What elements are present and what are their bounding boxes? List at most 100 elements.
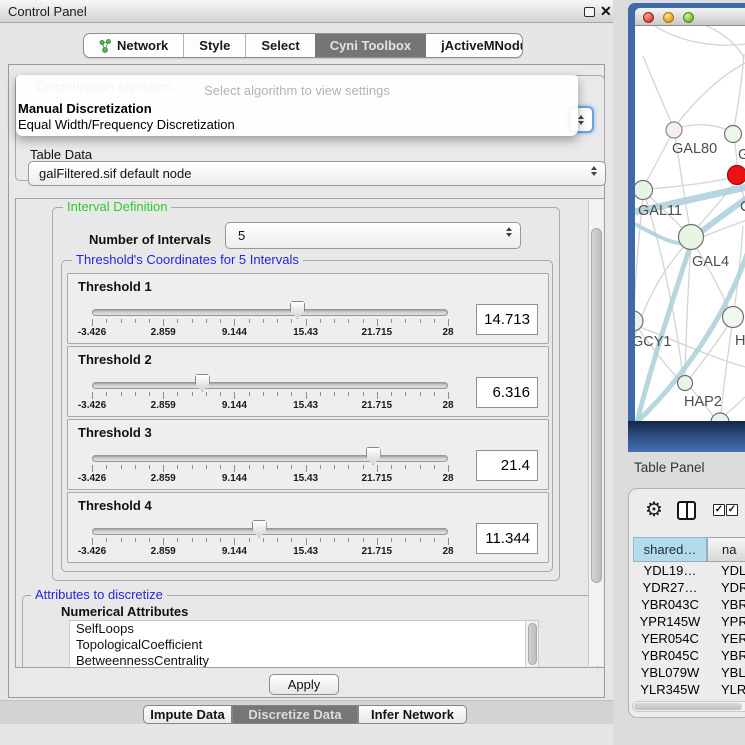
tick-label: 2.859 bbox=[151, 327, 176, 338]
slider-thumb[interactable] bbox=[366, 447, 381, 465]
slider-thumb[interactable] bbox=[290, 301, 305, 319]
bottom-tab-discretize-data[interactable]: Discretize Data bbox=[232, 705, 358, 724]
slider-track[interactable] bbox=[92, 455, 448, 462]
number-of-intervals-spinner[interactable]: 5 bbox=[225, 222, 521, 249]
cell-name: YBL0 bbox=[721, 665, 745, 680]
cell-shared-name: YBR045C bbox=[633, 648, 707, 663]
thresholds-group: Threshold's Coordinates for 5 Intervals … bbox=[61, 260, 553, 572]
slider-track[interactable] bbox=[92, 309, 448, 316]
tick-label: 21.715 bbox=[362, 546, 393, 557]
table-data-combobox[interactable]: galFiltered.sif default node bbox=[28, 161, 606, 186]
table-row[interactable]: YPR145WYPR1 bbox=[629, 614, 745, 631]
minimize-traffic-light-icon[interactable] bbox=[663, 12, 674, 23]
slider-thumb[interactable] bbox=[252, 520, 267, 538]
horizontal-scrollbar-thumb[interactable] bbox=[634, 703, 742, 710]
threshold-value-field[interactable]: 21.4 bbox=[476, 450, 538, 481]
threshold-panel-threshold-1: Threshold 1-3.4262.8599.14415.4321.71528… bbox=[67, 273, 549, 344]
algorithm-option-manual-discretization[interactable]: Manual Discretization bbox=[18, 101, 152, 116]
interval-definition-title: Interval Definition bbox=[63, 200, 171, 214]
table-row[interactable]: YDL19…YDL1 bbox=[629, 563, 745, 580]
table-row[interactable]: YDR27…YDR2 bbox=[629, 580, 745, 597]
tick-label: 9.144 bbox=[222, 400, 247, 411]
table-row[interactable]: YLR345WYLR3 bbox=[629, 682, 745, 699]
tick-label: 2.859 bbox=[151, 473, 176, 484]
tick-label: 28 bbox=[442, 546, 453, 557]
tick-label: 28 bbox=[442, 327, 453, 338]
tab-jactivemnodules[interactable]: jActiveMNodules bbox=[426, 34, 523, 57]
slider-thumb[interactable] bbox=[195, 374, 210, 392]
threshold-value-field[interactable]: 6.316 bbox=[476, 377, 538, 408]
svg-text:H: H bbox=[735, 333, 745, 349]
vertical-scrollbar-thumb[interactable] bbox=[591, 228, 602, 583]
threshold-value-field[interactable]: 14.713 bbox=[476, 304, 538, 335]
tick-label: 28 bbox=[442, 473, 453, 484]
desktop: { "window": { "title": "Control Panel" }… bbox=[0, 0, 745, 745]
zoom-traffic-light-icon[interactable] bbox=[683, 12, 694, 23]
list-scrollbar[interactable] bbox=[525, 621, 538, 668]
tab-label: Network bbox=[117, 38, 168, 53]
tick-label: -3.426 bbox=[78, 400, 106, 411]
checkbox-icon-1[interactable]: ✓ bbox=[713, 504, 725, 516]
column-header-name[interactable]: na bbox=[707, 537, 745, 562]
close-icon[interactable]: ✕ bbox=[600, 3, 612, 20]
numerical-attributes-list[interactable]: SelfLoopsTopologicalCoefficientBetweenne… bbox=[69, 620, 539, 668]
float-window-icon[interactable] bbox=[584, 7, 595, 17]
cell-name: YBR0 bbox=[721, 648, 745, 663]
slider-track[interactable] bbox=[92, 382, 448, 389]
list-item-topologicalcoefficient[interactable]: TopologicalCoefficient bbox=[70, 637, 538, 653]
network-view-window: GAL80GAGAL11CGAL4GCY1HHAP2 bbox=[628, 3, 745, 452]
gear-icon[interactable]: ⚙ bbox=[645, 497, 663, 522]
column-header-shared[interactable]: shared… bbox=[633, 537, 707, 562]
table-row[interactable]: YBL079W YBL0 bbox=[629, 665, 745, 682]
table-data-label: Table Data bbox=[30, 147, 92, 162]
table-row[interactable]: YBR043CYBR0 bbox=[629, 597, 745, 614]
threshold-value-field[interactable]: 11.344 bbox=[476, 523, 538, 554]
svg-text:GCY1: GCY1 bbox=[635, 334, 672, 350]
tick-label: 2.859 bbox=[151, 546, 176, 557]
tick-label: 21.715 bbox=[362, 400, 393, 411]
algorithm-option-equal-width-frequency-discretization[interactable]: Equal Width/Frequency Discretization bbox=[18, 117, 235, 132]
attributes-group-title: Attributes to discretize bbox=[31, 588, 167, 602]
list-item-selfloops[interactable]: SelfLoops bbox=[70, 621, 538, 637]
thresholds-group-title: Threshold's Coordinates for 5 Intervals bbox=[72, 253, 303, 267]
close-traffic-light-icon[interactable] bbox=[643, 12, 654, 23]
table-panel-title: Table Panel bbox=[634, 460, 705, 475]
network-canvas[interactable]: GAL80GAGAL11CGAL4GCY1HHAP2 bbox=[635, 26, 745, 421]
control-panel-titlebar: Control Panel ✕ bbox=[0, 0, 613, 23]
apply-button[interactable]: Apply bbox=[269, 674, 339, 695]
tick-label: 15.43 bbox=[293, 400, 318, 411]
slider-track[interactable] bbox=[92, 528, 448, 535]
threshold-label: Threshold 4 bbox=[78, 498, 152, 513]
tab-cyni-toolbox[interactable]: Cyni Toolbox bbox=[315, 34, 426, 57]
number-of-intervals-value: 5 bbox=[238, 223, 245, 248]
column-layout-icon[interactable] bbox=[677, 501, 696, 520]
cell-name: YDL1 bbox=[721, 563, 745, 578]
horizontal-scrollbar[interactable] bbox=[632, 701, 745, 712]
tick-label: 28 bbox=[442, 400, 453, 411]
tab-style[interactable]: Style bbox=[183, 34, 245, 57]
bottom-tab-infer-network[interactable]: Infer Network bbox=[358, 705, 467, 724]
cyni-toolbox-panel: Discretization Algorithm Table Data galF… bbox=[8, 64, 605, 698]
table-row[interactable]: YBR045C YBR0 bbox=[629, 648, 745, 665]
list-item-betweennesscentrality[interactable]: BetweennessCentrality bbox=[70, 653, 538, 668]
tab-select[interactable]: Select bbox=[245, 34, 314, 57]
settings-scroll-pane: Interval Definition Number of Intervals … bbox=[15, 198, 605, 668]
cell-shared-name: YBL079W bbox=[633, 665, 707, 680]
svg-text:HAP2: HAP2 bbox=[684, 394, 722, 410]
tick-label: 15.43 bbox=[293, 327, 318, 338]
bottom-tab-impute-data[interactable]: Impute Data bbox=[143, 705, 232, 724]
tab-network[interactable]: Network bbox=[84, 34, 183, 57]
cell-shared-name: YLR345W bbox=[633, 682, 707, 697]
cell-name: YDR2 bbox=[721, 580, 745, 595]
tick-label: 21.715 bbox=[362, 473, 393, 484]
svg-text:GAL80: GAL80 bbox=[672, 141, 717, 157]
cell-shared-name: YBR043C bbox=[633, 597, 707, 612]
column-layout-divider bbox=[686, 503, 688, 518]
table-row[interactable]: YER054CYER0 bbox=[629, 631, 745, 648]
numerical-attributes-label: Numerical Attributes bbox=[61, 604, 188, 619]
tick-label: 21.715 bbox=[362, 327, 393, 338]
checkbox-icon-2[interactable]: ✓ bbox=[726, 504, 738, 516]
list-scrollbar-thumb[interactable] bbox=[528, 623, 537, 665]
algorithm-dropdown-popup: Select algorithm to view settings Manual… bbox=[16, 75, 578, 136]
vertical-scrollbar[interactable] bbox=[588, 200, 603, 666]
